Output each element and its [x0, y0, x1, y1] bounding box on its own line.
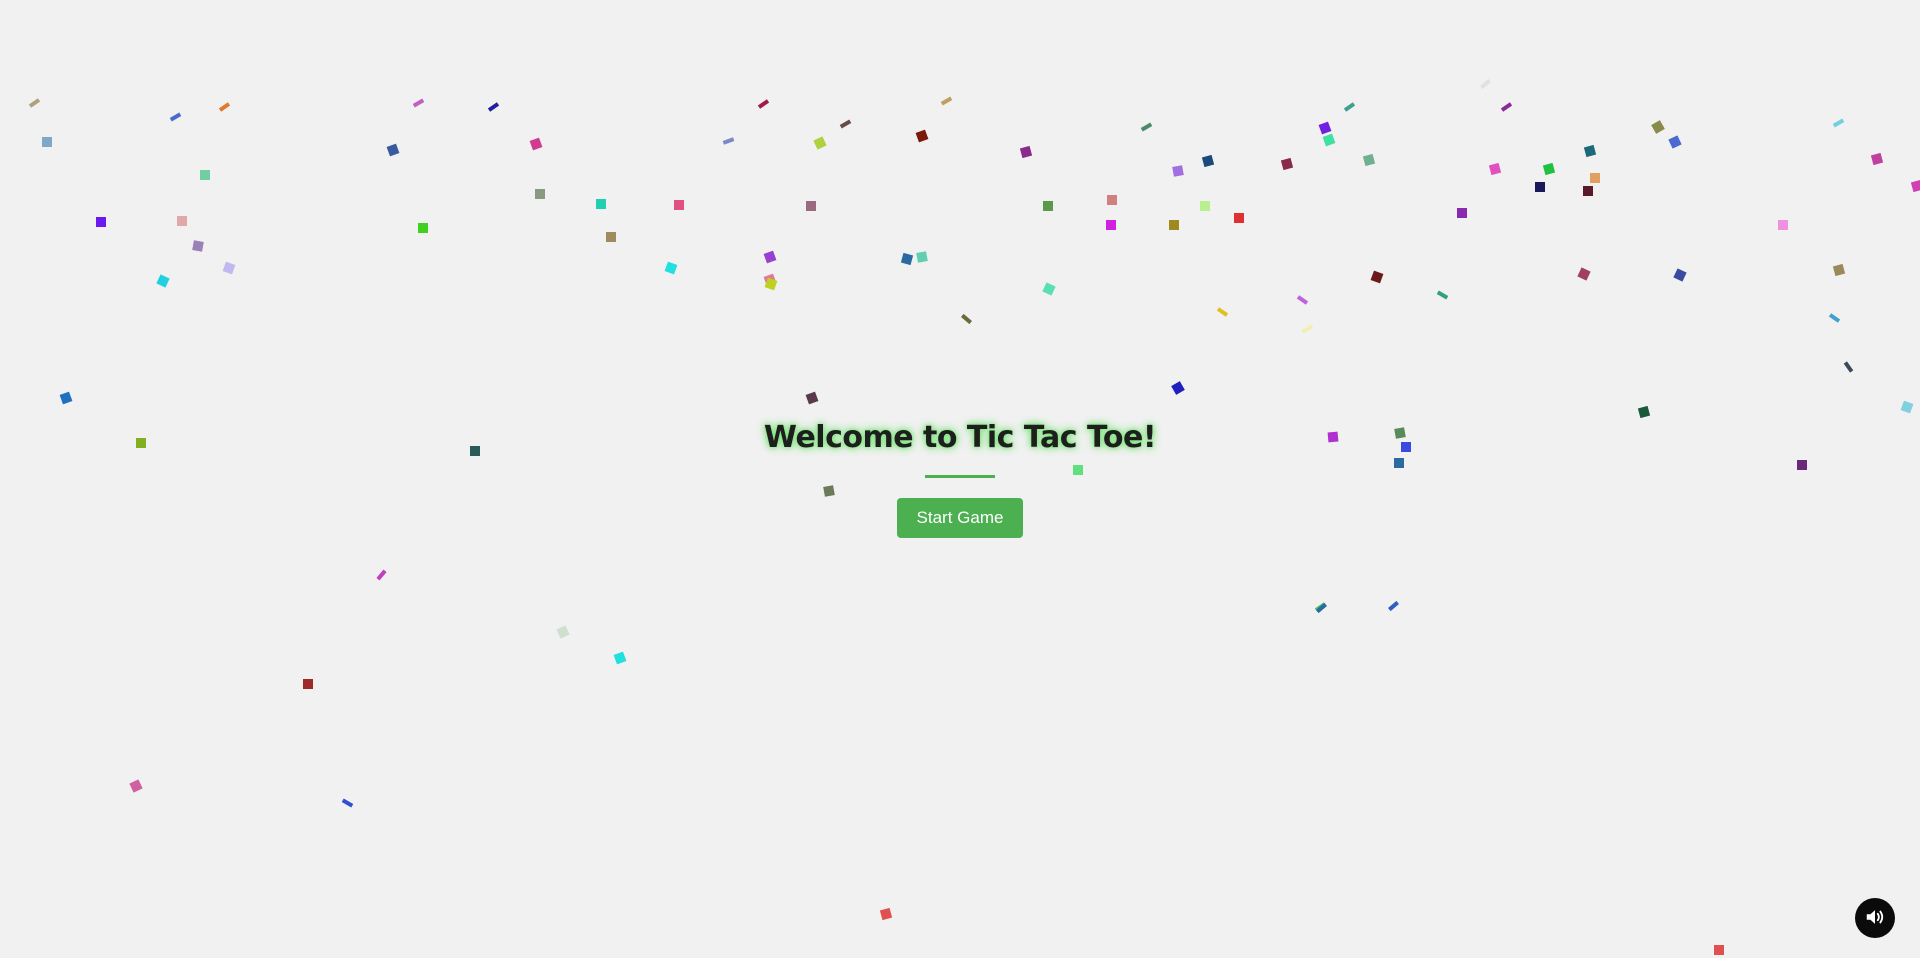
confetti-piece [960, 313, 972, 325]
confetti-piece [1370, 270, 1384, 284]
confetti-piece [1296, 295, 1308, 305]
confetti-piece [1542, 162, 1556, 176]
confetti-piece [1387, 600, 1399, 612]
confetti-piece [1315, 602, 1327, 614]
confetti-piece [757, 99, 769, 109]
confetti-piece [341, 798, 353, 808]
confetti-piece [1590, 173, 1600, 183]
confetti-piece [1637, 405, 1651, 419]
confetti-piece [1778, 220, 1788, 230]
confetti-piece [222, 261, 236, 275]
confetti-piece [839, 119, 851, 129]
confetti-piece [1577, 267, 1591, 281]
confetti-piece [1019, 145, 1033, 159]
confetti-piece [303, 679, 313, 689]
confetti-piece [28, 98, 40, 108]
welcome-panel: Welcome to Tic Tac Toe! Start Game [0, 420, 1920, 538]
confetti-piece [1169, 220, 1179, 230]
confetti-piece [129, 779, 143, 793]
confetti-piece [1216, 307, 1228, 317]
confetti-piece [606, 232, 616, 242]
confetti-piece [156, 274, 170, 288]
confetti-piece [1870, 152, 1884, 166]
confetti-piece [1201, 154, 1215, 168]
confetti-piece [556, 625, 570, 639]
confetti-piece [763, 250, 777, 264]
confetti-piece [1457, 208, 1467, 218]
confetti-piece [487, 102, 499, 112]
speaker-volume-icon [1864, 906, 1886, 931]
confetti-piece [1318, 121, 1332, 135]
confetti-piece [915, 129, 929, 143]
confetti-piece [664, 261, 678, 275]
confetti-piece [1140, 122, 1152, 132]
confetti-piece [59, 391, 73, 405]
title-divider [925, 475, 995, 478]
confetti-piece [1479, 78, 1491, 90]
confetti-piece [1280, 157, 1294, 171]
confetti-piece [940, 96, 952, 106]
confetti-piece [805, 391, 819, 405]
confetti-piece [806, 201, 816, 211]
confetti-piece [42, 137, 52, 147]
confetti-piece [1171, 381, 1185, 395]
confetti-piece [764, 277, 778, 291]
confetti-piece [1583, 186, 1593, 196]
confetti-piece [763, 273, 777, 287]
confetti-piece [916, 251, 928, 263]
welcome-title: Welcome to Tic Tac Toe! [763, 420, 1157, 455]
confetti-piece [1668, 135, 1682, 149]
confetti-piece [900, 252, 914, 266]
confetti-piece [1234, 213, 1244, 223]
confetti-piece [200, 170, 210, 180]
confetti-piece [375, 569, 387, 581]
confetti-piece [1714, 945, 1724, 955]
confetti-piece [1172, 165, 1184, 177]
start-game-button[interactable]: Start Game [896, 498, 1024, 538]
confetti-piece [418, 223, 428, 233]
confetti-piece [1200, 201, 1210, 211]
confetti-piece [1106, 220, 1116, 230]
confetti-piece [879, 907, 893, 921]
confetti-piece [1832, 118, 1844, 128]
confetti-piece [1651, 120, 1665, 134]
confetti-piece [722, 137, 734, 145]
confetti-piece [386, 143, 400, 157]
confetti-piece [1488, 162, 1502, 176]
confetti-piece [96, 217, 106, 227]
confetti-piece [1500, 102, 1512, 112]
confetti-piece [1535, 182, 1545, 192]
sound-toggle-button[interactable] [1855, 898, 1895, 938]
confetti-piece [1828, 313, 1840, 323]
confetti-piece [1436, 290, 1448, 300]
confetti-piece [1107, 195, 1117, 205]
confetti-piece [1843, 361, 1853, 373]
confetti-piece [674, 200, 684, 210]
confetti-piece [1583, 144, 1597, 158]
confetti-piece [1832, 263, 1846, 277]
confetti-piece [169, 112, 181, 122]
game-screen: Welcome to Tic Tac Toe! Start Game [0, 0, 1920, 958]
confetti-piece [596, 199, 606, 209]
confetti-piece [177, 216, 187, 226]
confetti-piece [535, 189, 545, 199]
confetti-piece [1362, 153, 1376, 167]
confetti-piece [412, 98, 424, 108]
confetti-piece [613, 651, 627, 665]
confetti-piece [1043, 201, 1053, 211]
confetti-piece [1900, 400, 1914, 414]
confetti-piece [529, 137, 543, 151]
confetti-piece [1910, 179, 1920, 193]
confetti-piece [1343, 102, 1355, 112]
confetti-piece [1301, 324, 1313, 334]
confetti-piece [1673, 268, 1687, 282]
confetti-piece [192, 240, 204, 252]
confetti-piece [1314, 602, 1326, 612]
confetti-piece [813, 136, 827, 150]
confetti-piece [218, 102, 230, 112]
confetti-piece [1322, 133, 1336, 147]
confetti-piece [1042, 282, 1056, 296]
